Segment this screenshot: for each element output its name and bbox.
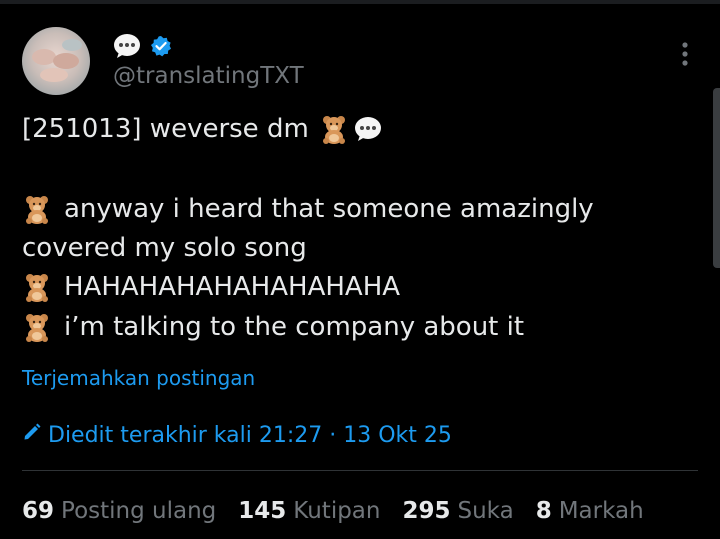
engagement-stats: 69 Posting ulang 145 Kutipan 295 Suka 8 … [22, 498, 666, 524]
edited-timestamp: Diedit terakhir kali 21:27 · 13 Okt 25 [48, 422, 452, 448]
more-vertical-icon[interactable] [676, 40, 694, 68]
tweet-text: [251013] weverse dm [22, 114, 309, 144]
teddy-bear-icon [22, 312, 52, 342]
tweet-line-2: anyway i heard that someone amazingly [22, 194, 594, 224]
tweet-line-5: i’m talking to the company about it [22, 312, 524, 342]
teddy-bear-icon [22, 272, 52, 302]
speech-bubble-icon [353, 114, 383, 144]
stat-quotes[interactable]: 145 Kutipan [238, 498, 380, 524]
avatar[interactable] [22, 27, 90, 95]
stat-count: 145 [238, 498, 287, 524]
teddy-bear-icon [22, 194, 52, 224]
tweet-text: i’m talking to the company about it [64, 312, 525, 342]
tweet-text: anyway i heard that someone amazingly [64, 194, 594, 224]
stat-likes[interactable]: 295 Suka [402, 498, 513, 524]
stat-reposts[interactable]: 69 Posting ulang [22, 498, 216, 524]
tweet-detail-page: @translatingTXT [251013] weverse dm anyw… [0, 0, 720, 539]
stat-label: Suka [457, 498, 514, 524]
stat-label: Posting ulang [61, 498, 217, 524]
user-handle[interactable]: @translatingTXT [113, 63, 304, 89]
scrollbar[interactable] [713, 88, 720, 268]
stat-count: 69 [22, 498, 55, 524]
divider [22, 470, 698, 471]
tweet-line-1: [251013] weverse dm [22, 114, 383, 144]
stat-label: Markah [558, 498, 644, 524]
tweet-line-4: HAHAHAHAHAHAHAHAHA [22, 272, 400, 302]
stat-count: 295 [402, 498, 451, 524]
stat-bookmarks[interactable]: 8 Markah [536, 498, 644, 524]
stat-count: 8 [535, 498, 552, 524]
display-name-row[interactable] [113, 33, 172, 63]
translate-post-link[interactable]: Terjemahkan postingan [22, 366, 255, 390]
speech-bubble-icon [113, 33, 141, 63]
tweet-line-3: covered my solo song [22, 233, 307, 263]
pencil-icon [22, 422, 42, 448]
verified-badge-icon [150, 35, 172, 61]
tweet-text: HAHAHAHAHAHAHAHAHA [64, 272, 401, 302]
edit-history-link[interactable]: Diedit terakhir kali 21:27 · 13 Okt 25 [22, 422, 452, 448]
tweet-text: covered my solo song [22, 233, 307, 263]
teddy-bear-icon [319, 114, 349, 144]
stat-label: Kutipan [293, 498, 381, 524]
top-border [0, 0, 720, 4]
